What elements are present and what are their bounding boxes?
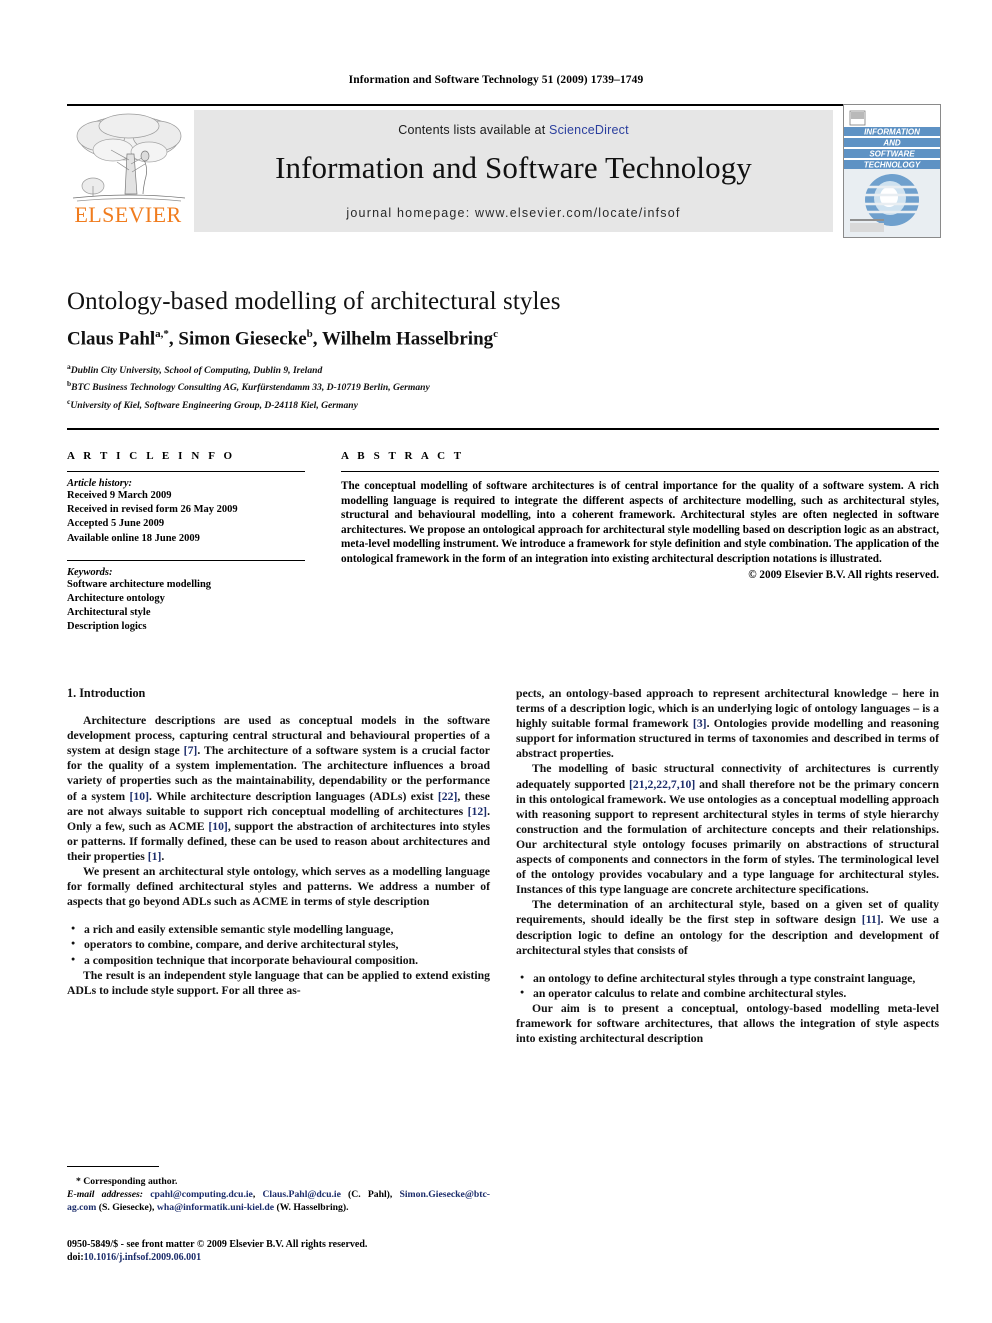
contents-lists-line: Contents lists available at ScienceDirec… — [194, 123, 833, 137]
abstract-heading: A B S T R A C T — [341, 450, 465, 462]
affiliation-mark: b — [67, 379, 72, 389]
email-link[interactable]: cpahl@computing.dcu.ie — [150, 1189, 253, 1200]
abstract-copyright: © 2009 Elsevier B.V. All rights reserved… — [748, 568, 939, 581]
affiliation-list: aDublin City University, School of Compu… — [67, 360, 867, 412]
corresponding-author-note: * Corresponding author. — [67, 1175, 490, 1188]
keyword-item: Software architecture modelling — [67, 578, 212, 590]
list-item: a composition technique that incorporate… — [71, 951, 490, 968]
author-list: Claus Pahla,*, Simon Gieseckeb, Wilhelm … — [67, 328, 499, 350]
abstract-rule — [341, 471, 939, 472]
svg-text:AND: AND — [882, 139, 901, 148]
elsevier-wordmark: ELSEVIER — [74, 202, 182, 227]
paper-title: Ontology-based modelling of architectura… — [67, 288, 561, 315]
email-addresses-line: E-mail addresses: cpahl@computing.dcu.ie… — [67, 1188, 490, 1214]
journal-masthead: ELSEVIER Contents lists available at Sci… — [67, 104, 941, 238]
doi-label: doi: — [67, 1252, 84, 1264]
email-owner: (C. Pahl), — [340, 1189, 400, 1201]
journal-cover-thumbnail: INFORMATION AND SOFTWARE TECHNOLOGY — [843, 104, 941, 238]
elsevier-tree-icon — [72, 113, 186, 202]
citation-reference[interactable]: [3] — [693, 717, 707, 730]
doi-line: doi:10.1016/j.infsof.2009.06.001 — [67, 1251, 547, 1264]
colophon-block: 0950-5849/$ - see front matter © 2009 El… — [67, 1238, 547, 1265]
corresponding-author-mark: * — [76, 1176, 81, 1187]
doi-link[interactable]: 10.1016/j.infsof.2009.06.001 — [84, 1252, 202, 1263]
abstract-block: A B S T R A C T The conceptual modelling… — [341, 450, 939, 581]
text-run: . — [161, 849, 165, 863]
elsevier-logo: ELSEVIER — [67, 110, 189, 232]
article-history-list: Received 9 March 2009 Received in revise… — [67, 489, 313, 546]
paragraph: We present an architectural style ontolo… — [67, 865, 490, 909]
body-column-left: 1. Introduction Architecture description… — [67, 686, 490, 998]
email-addresses-label: E-mail addresses: — [67, 1189, 151, 1201]
article-history-label: Article history: — [67, 478, 133, 489]
history-line: Received in revised form 26 May 2009 — [67, 504, 238, 516]
article-info-heading: A R T I C L E I N F O — [67, 450, 236, 462]
paragraph: Our aim is to present a conceptual, onto… — [516, 1001, 939, 1046]
bullet-list-left: a rich and easily extensible semantic st… — [67, 921, 490, 968]
issn-frontmatter-line: 0950-5849/$ - see front matter © 2009 El… — [67, 1239, 368, 1250]
email-owner: (S. Giesecke), — [96, 1202, 157, 1214]
paragraph: The determination of an architectural st… — [516, 897, 939, 957]
keyword-item: Architectural style — [67, 607, 151, 619]
text-run: . While architecture description languag… — [149, 789, 438, 803]
citation-reference[interactable]: [22] — [438, 790, 457, 803]
paragraph: Architecture descriptions are used as co… — [67, 713, 490, 864]
affiliation-line: bBTC Business Technology Consulting AG, … — [67, 379, 430, 394]
svg-text:SOFTWARE: SOFTWARE — [869, 150, 915, 159]
history-line: Accepted 5 June 2009 — [67, 518, 165, 530]
email-link[interactable]: wha@informatik.uni-kiel.de — [157, 1202, 274, 1213]
corresponding-author-text: Corresponding author. — [83, 1176, 178, 1187]
paragraph: The result is an independent style langu… — [67, 968, 490, 997]
citation-reference[interactable]: [11] — [862, 913, 881, 926]
email-owner: (W. Hasselbring). — [274, 1202, 349, 1214]
email-owner: , — [252, 1189, 263, 1201]
keyword-item: Description logics — [67, 621, 147, 633]
list-item: an operator calculus to relate and combi… — [520, 985, 939, 1001]
info-top-rule — [67, 428, 939, 430]
list-item: operators to combine, compare, and deriv… — [71, 936, 490, 952]
footnote-block: * Corresponding author. E-mail addresses… — [67, 1175, 490, 1215]
list-item: an ontology to define architectural styl… — [520, 970, 939, 986]
citation-reference[interactable]: [1] — [148, 850, 162, 863]
journal-cover-art: INFORMATION AND SOFTWARE TECHNOLOGY — [844, 105, 940, 237]
section-heading-introduction: 1. Introduction — [67, 686, 146, 700]
running-head: Information and Software Technology 51 (… — [348, 74, 644, 86]
body-column-right: pects, an ontology-based approach to rep… — [516, 686, 939, 1046]
svg-text:INFORMATION: INFORMATION — [864, 128, 920, 137]
svg-text:TECHNOLOGY: TECHNOLOGY — [864, 161, 921, 170]
journal-title: Information and Software Technology — [275, 150, 752, 185]
affiliation-line: aDublin City University, School of Compu… — [67, 362, 323, 377]
citation-reference[interactable]: [7] — [184, 744, 198, 757]
text-run: and shall therefore not be the primary c… — [516, 777, 939, 897]
contents-lists-prefix: Contents lists available at — [398, 123, 550, 137]
citation-reference[interactable]: [10] — [208, 820, 227, 833]
article-info-rule — [67, 471, 305, 472]
paragraph: pects, an ontology-based approach to rep… — [516, 686, 939, 761]
affiliation-mark: a — [67, 362, 71, 371]
history-line: Available online 18 June 2009 — [67, 532, 200, 544]
keywords-rule — [67, 559, 305, 561]
footnote-rule — [67, 1166, 159, 1167]
journal-banner: Contents lists available at ScienceDirec… — [194, 110, 833, 232]
citation-reference[interactable]: [21,2,22,7,10] — [629, 778, 695, 791]
list-item: a rich and easily extensible semantic st… — [71, 921, 490, 937]
sciencedirect-link[interactable]: ScienceDirect — [549, 123, 629, 137]
email-link[interactable]: Claus.Pahl@dcu.ie — [262, 1189, 340, 1200]
article-info-block: A R T I C L E I N F O Article history: R… — [67, 450, 313, 635]
keywords-label: Keywords: — [67, 566, 113, 578]
affiliation-mark: c — [67, 396, 71, 406]
citation-reference[interactable]: [10] — [130, 790, 149, 803]
citation-reference[interactable]: [12] — [468, 805, 487, 818]
keywords-list: Software architecture modelling Architec… — [67, 578, 313, 635]
abstract-text: The conceptual modelling of software arc… — [341, 480, 939, 565]
history-line: Received 9 March 2009 — [67, 490, 172, 501]
journal-homepage-link[interactable]: journal homepage: www.elsevier.com/locat… — [194, 206, 833, 220]
paper-page: Information and Software Technology 51 (… — [0, 0, 992, 1323]
keyword-item: Architecture ontology — [67, 593, 165, 605]
paragraph: The modelling of basic structural connec… — [516, 761, 939, 897]
bullet-list-right: an ontology to define architectural styl… — [516, 970, 939, 1001]
affiliation-line: cUniversity of Kiel, Software Engineerin… — [67, 396, 358, 411]
